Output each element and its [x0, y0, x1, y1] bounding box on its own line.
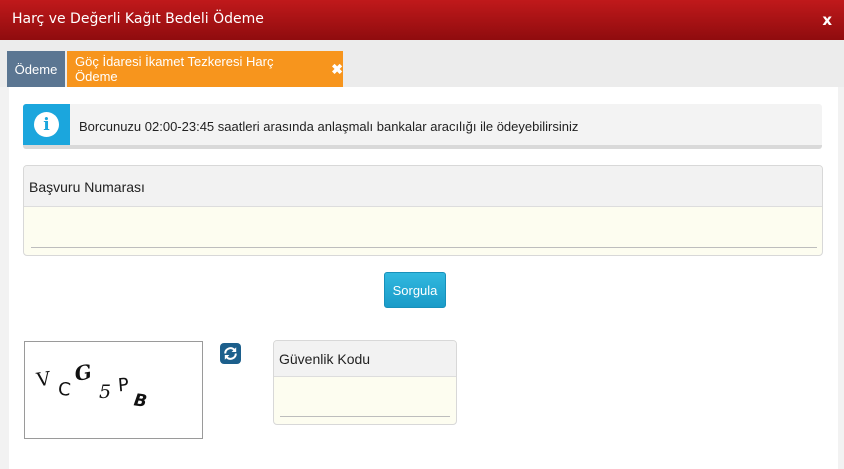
application-number-group: Başvuru Numarası: [23, 165, 823, 256]
captcha-char: G: [73, 359, 94, 386]
window-title-bar: Harç ve Değerli Kağıt Bedeli Ödeme x: [0, 0, 844, 40]
captcha-image: V C G 5 P B: [24, 341, 203, 439]
security-code-input[interactable]: [280, 385, 450, 417]
application-number-label: Başvuru Numarası: [24, 166, 822, 207]
query-button[interactable]: Sorgula: [384, 272, 446, 308]
captcha-drawing: V C G 5 P B: [34, 359, 149, 412]
security-code-group: Güvenlik Kodu: [273, 340, 457, 425]
captcha-char: P: [117, 375, 130, 397]
info-message: Borcunuzu 02:00-23:45 saatleri arasında …: [79, 119, 579, 134]
close-window-button[interactable]: x: [822, 11, 832, 29]
info-alert: i Borcunuzu 02:00-23:45 saatleri arasınd…: [23, 104, 822, 149]
close-tab-icon[interactable]: ✖: [331, 61, 343, 78]
window-title: Harç ve Değerli Kağıt Bedeli Ödeme: [12, 11, 264, 27]
application-number-input[interactable]: [31, 214, 817, 248]
captcha-char: C: [57, 379, 72, 401]
refresh-captcha-button[interactable]: [220, 343, 241, 364]
refresh-icon: [224, 347, 237, 360]
tab-odeme-label: Ödeme: [14, 61, 58, 77]
tab-odeme[interactable]: Ödeme: [7, 51, 65, 87]
security-code-label: Güvenlik Kodu: [274, 341, 456, 377]
captcha-char: B: [133, 390, 149, 412]
captcha-char: V: [34, 368, 52, 392]
info-badge: i: [23, 104, 70, 145]
tab-ikamet-harc[interactable]: Göç İdaresi İkamet Tezkeresi Harç Ödeme …: [67, 51, 343, 87]
info-icon: i: [34, 112, 59, 137]
tab-ikamet-harc-label: Göç İdaresi İkamet Tezkeresi Harç Ödeme: [75, 54, 274, 84]
captcha-char: 5: [99, 381, 111, 403]
